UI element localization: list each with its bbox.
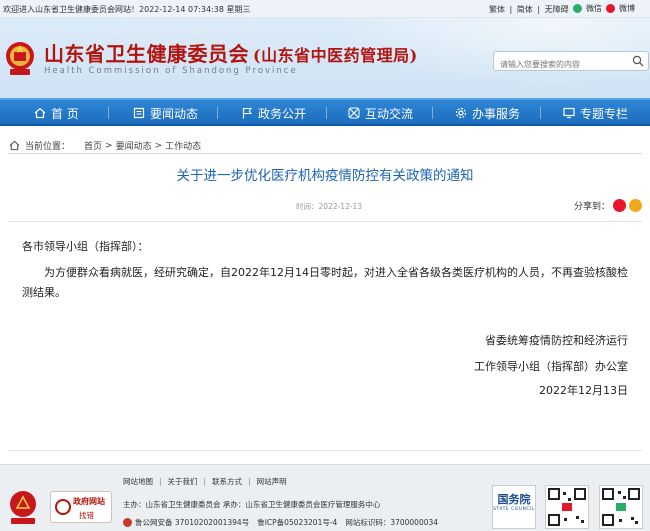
- breadcrumb-news[interactable]: 要闻动态: [116, 139, 152, 152]
- breadcrumb-separator: >: [105, 140, 113, 151]
- state-council-link[interactable]: 国务院 STATE COUNCIL: [492, 485, 536, 529]
- nav-label: 要闻动态: [150, 106, 199, 121]
- nav-divider: [326, 107, 327, 119]
- top-bar: 欢迎进入山东省卫生健康委员会网站！2022-12-14 07:34:38 星期三…: [0, 0, 650, 18]
- flag-icon: [242, 107, 253, 119]
- qr-code-icon: [602, 488, 640, 526]
- weibo-icon[interactable]: [606, 4, 615, 13]
- divider: [8, 450, 642, 451]
- article-title: 关于进一步优化医疗机构疫情防控有关政策的通知: [176, 168, 474, 184]
- footer-link-sitemap[interactable]: 网站地图: [123, 477, 153, 486]
- share-bar: 分享到：: [574, 199, 643, 212]
- site-footer: 政府网站 找错 网站地图 | 关于我们 | 联系方式 | 网站声明 主办：山东省卫生健康委员…: [0, 464, 650, 531]
- signature-line-2: 工作领导小组（指挥部）办公室: [474, 360, 628, 373]
- breadcrumb-label: 当前位置：: [25, 142, 71, 152]
- social-links: 微信 微博: [573, 3, 635, 14]
- nav-item-news[interactable]: 要闻动态: [133, 104, 198, 122]
- site-header: 山东省卫生健康委员会 (山东省中医药管理局) Health Commission …: [0, 18, 650, 98]
- wechat-qr-code: [599, 485, 643, 529]
- news-icon: [133, 107, 145, 119]
- nav-item-topics[interactable]: 专题专栏: [563, 104, 628, 122]
- nav-label: 互动交流: [365, 106, 414, 121]
- article-paragraph: 为方便群众看病就医，经研究确定，自2022年12月14日零时起，对进入全省各级各…: [22, 266, 628, 299]
- record-info: 鲁公网安备 37010202001394号 鲁ICP备05023201号-4 网…: [123, 517, 438, 528]
- divider: [8, 221, 642, 222]
- site-title-main: 山东省卫生健康委员会: [44, 42, 249, 66]
- weibo-qr-code: [545, 485, 589, 529]
- gov-site-error-report[interactable]: 政府网站 找错: [50, 491, 112, 523]
- interact-icon: [348, 107, 360, 119]
- traditional-link[interactable]: 繁体: [489, 5, 505, 14]
- breadcrumb-separator: >: [154, 140, 163, 151]
- home-icon: [34, 107, 46, 119]
- state-council-en: STATE COUNCIL: [493, 507, 535, 512]
- nav-divider: [217, 107, 218, 119]
- simplified-link[interactable]: 简体: [517, 5, 533, 14]
- nav-item-services[interactable]: 办事服务: [455, 104, 520, 122]
- nav-label: 专题专栏: [580, 106, 629, 121]
- breadcrumb-work-news[interactable]: 工作动态: [165, 139, 201, 152]
- share-label: 分享到：: [574, 202, 611, 212]
- gov-find-label: 政府网站: [73, 497, 105, 506]
- site-code: 网站标识码：3700000034: [345, 518, 439, 527]
- footer-links: 网站地图 | 关于我们 | 联系方式 | 网站声明: [123, 477, 287, 486]
- nav-label: 办事服务: [472, 106, 521, 121]
- nav-label: 首 页: [51, 106, 79, 121]
- gov-find-sub: 找错: [79, 511, 94, 520]
- national-emblem-icon: [6, 42, 34, 75]
- site-english-name: Health Commission of Shandong Province: [44, 66, 298, 76]
- police-record[interactable]: 鲁公网安备 37010202001394号: [135, 517, 249, 528]
- party-gov-organ-icon[interactable]: [7, 489, 39, 525]
- publish-time: 时间：2022-12-13: [296, 202, 363, 211]
- divider: [8, 153, 642, 154]
- weibo-link[interactable]: 微博: [619, 3, 635, 14]
- divider: |: [537, 5, 541, 14]
- police-icon: [123, 518, 132, 527]
- monitor-icon: [563, 107, 575, 119]
- nav-divider: [108, 107, 109, 119]
- divider: |: [509, 5, 513, 14]
- signature-date: 2022年12月13日: [539, 384, 628, 397]
- search-box: [493, 51, 649, 74]
- site-title[interactable]: 山东省卫生健康委员会 (山东省中医药管理局): [44, 38, 418, 67]
- breadcrumb: 当前位置： 首页 > 要闻动态 > 工作动态: [9, 139, 201, 152]
- footer-link-contact[interactable]: 联系方式: [212, 477, 242, 486]
- main-nav: 首 页 要闻动态 政务公开 互动交流 办事服务 专题专栏: [0, 98, 650, 126]
- nav-item-home[interactable]: 首 页: [34, 104, 79, 122]
- wechat-share-icon[interactable]: [629, 199, 643, 212]
- nav-item-government-affairs[interactable]: 政务公开: [241, 104, 306, 122]
- breadcrumb-home-icon: [9, 140, 20, 151]
- nav-divider: [540, 107, 541, 119]
- footer-link-about[interactable]: 关于我们: [168, 477, 198, 486]
- signature-line-1: 省委统筹疫情防控和经济运行: [485, 334, 628, 347]
- footer-link-statement[interactable]: 网站声明: [257, 477, 287, 486]
- search-input[interactable]: [494, 55, 624, 74]
- icp-record[interactable]: 鲁ICP备05023201号-4: [257, 517, 337, 528]
- site-title-sub: (山东省中医药管理局): [253, 46, 418, 65]
- wechat-icon[interactable]: [573, 4, 582, 13]
- gear-icon: [455, 107, 467, 119]
- weibo-share-icon[interactable]: [613, 199, 627, 212]
- salutation: 各市领导小组（指挥部）：: [22, 240, 149, 253]
- gov-find-icon: [55, 499, 71, 515]
- nav-label: 政务公开: [258, 106, 307, 121]
- breadcrumb-home[interactable]: 首页: [84, 139, 102, 152]
- qr-code-icon: [548, 488, 586, 526]
- welcome-text: 欢迎进入山东省卫生健康委员会网站！2022-12-14 07:34:38 星期三: [3, 5, 251, 14]
- nav-divider: [432, 107, 433, 119]
- state-council-cn: 国务院: [497, 493, 531, 506]
- language-links: 繁体 | 简体 | 无障碍: [489, 4, 571, 15]
- accessibility-link[interactable]: 无障碍: [545, 5, 569, 14]
- search-icon[interactable]: [632, 55, 644, 67]
- wechat-link[interactable]: 微信: [586, 3, 602, 14]
- host-info: 主办：山东省卫生健康委员会 承办：山东省卫生健康委员会医疗管理服务中心: [123, 500, 381, 509]
- nav-item-interaction[interactable]: 互动交流: [348, 104, 413, 122]
